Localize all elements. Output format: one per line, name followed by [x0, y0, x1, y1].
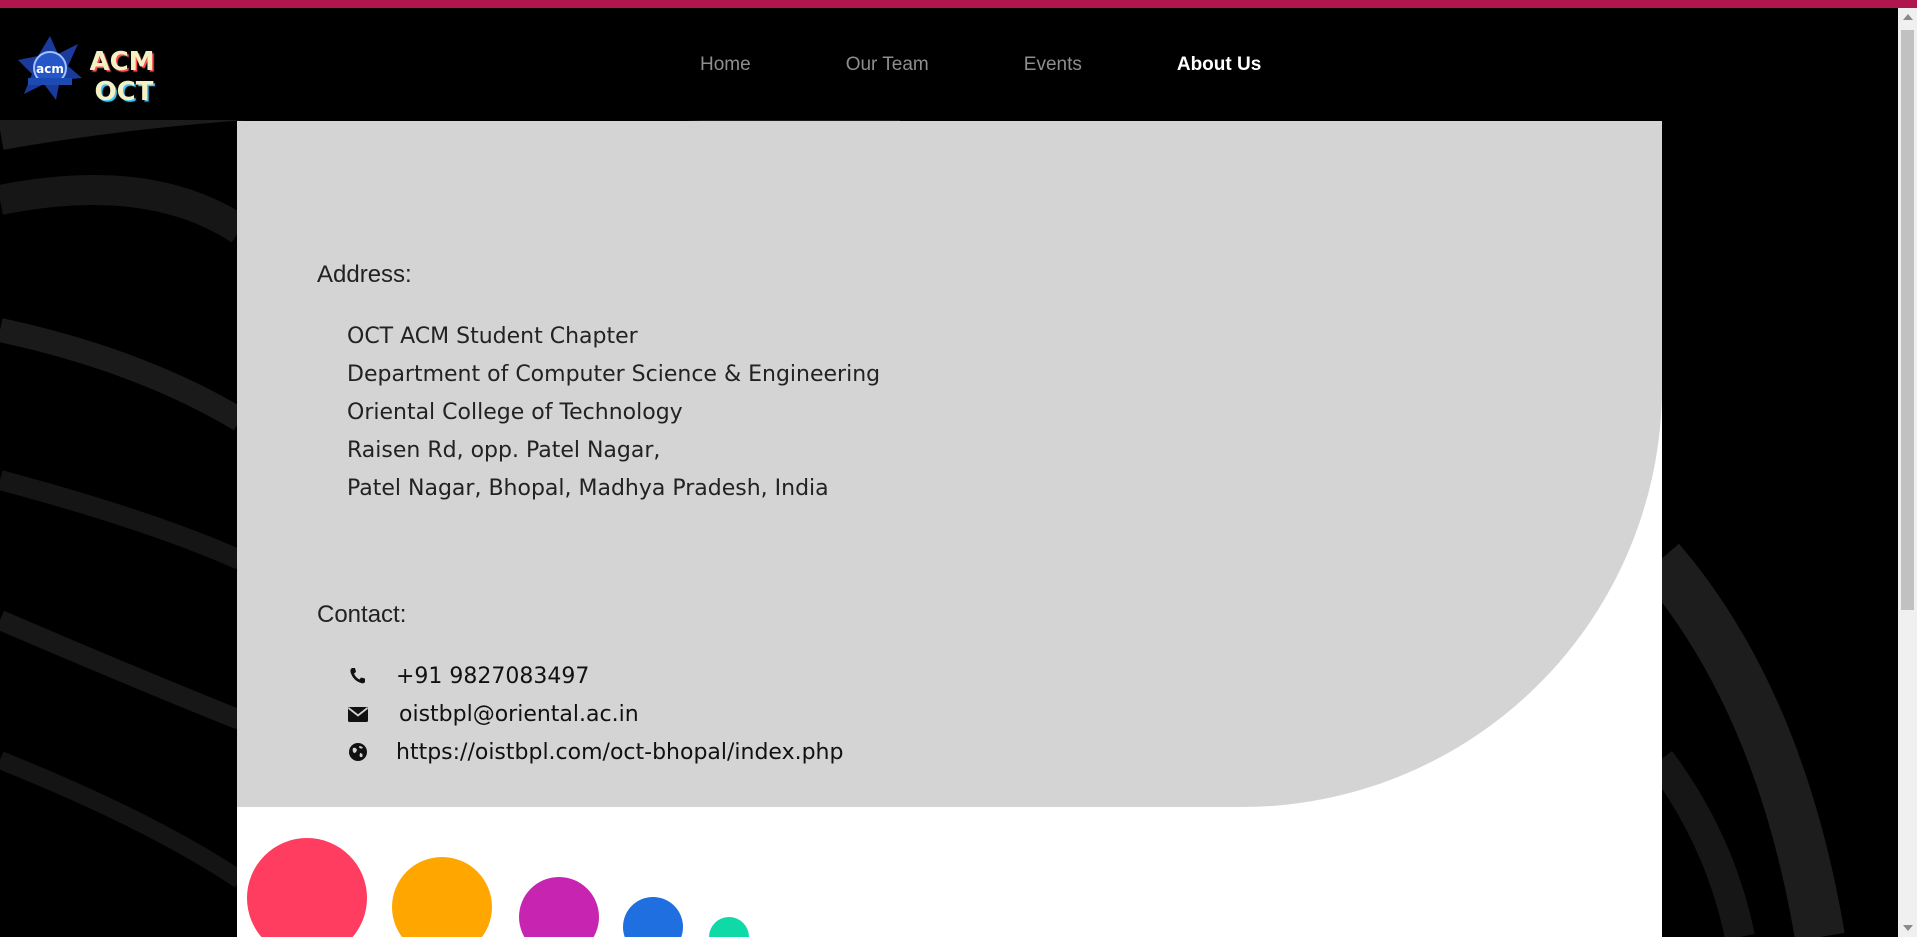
page-scrollbar[interactable] [1898, 8, 1917, 937]
decorative-circle-red [247, 838, 367, 937]
nav-about-us-link[interactable]: About Us [1177, 54, 1261, 76]
contact-email-row: oistbpl@oriental.ac.in [347, 699, 639, 729]
address-line: Patel Nagar, Bhopal, Madhya Pradesh, Ind… [347, 476, 829, 501]
acm-oct-logo-line1-front: ACM [90, 47, 155, 77]
address-line: Oriental College of Technology [347, 400, 683, 425]
acm-oct-logo-icon[interactable]: ACM ACM OCT OCT [89, 42, 160, 112]
contact-website-row: https://oistbpl.com/oct-bhopal/index.php [347, 737, 843, 767]
decorative-circle-blue [623, 897, 683, 937]
nav-home-link[interactable]: Home [700, 54, 751, 76]
acm-logo-icon[interactable]: acm [16, 34, 84, 102]
top-navbar: acm ACM ACM OCT OCT Home Our Team Events… [0, 8, 1898, 120]
decorative-circle-teal [709, 917, 749, 937]
main-nav: Home Our Team Events About Us [700, 54, 1356, 76]
scroll-up-arrow-icon[interactable] [1903, 14, 1913, 20]
address-heading: Address: [317, 261, 412, 288]
acm-logo-text: acm [36, 62, 64, 76]
envelope-icon [347, 703, 369, 725]
globe-icon [347, 741, 369, 763]
phone-icon [347, 665, 369, 687]
contact-email-link[interactable]: oistbpl@oriental.ac.in [399, 702, 639, 727]
acm-oct-logo-line2-front: OCT [95, 77, 154, 107]
nav-events-link[interactable]: Events [1024, 54, 1082, 76]
address-line: Raisen Rd, opp. Patel Nagar, [347, 438, 661, 463]
decorative-circle-orange [392, 857, 492, 937]
decorative-circle-magenta [519, 877, 599, 937]
contact-phone-link[interactable]: +91 9827083497 [396, 664, 589, 689]
address-line: Department of Computer Science & Enginee… [347, 362, 881, 387]
address-line: OCT ACM Student Chapter [347, 324, 638, 349]
scrollbar-thumb[interactable] [1901, 30, 1914, 610]
about-content-card: Address: OCT ACM Student Chapter Departm… [237, 121, 1662, 937]
contact-phone-row: +91 9827083497 [347, 661, 589, 691]
contact-heading: Contact: [317, 601, 407, 628]
nav-our-team-link[interactable]: Our Team [846, 54, 929, 76]
contact-website-link[interactable]: https://oistbpl.com/oct-bhopal/index.php [396, 740, 843, 765]
scroll-down-arrow-icon[interactable] [1903, 925, 1913, 931]
top-accent-stripe [0, 0, 1917, 8]
